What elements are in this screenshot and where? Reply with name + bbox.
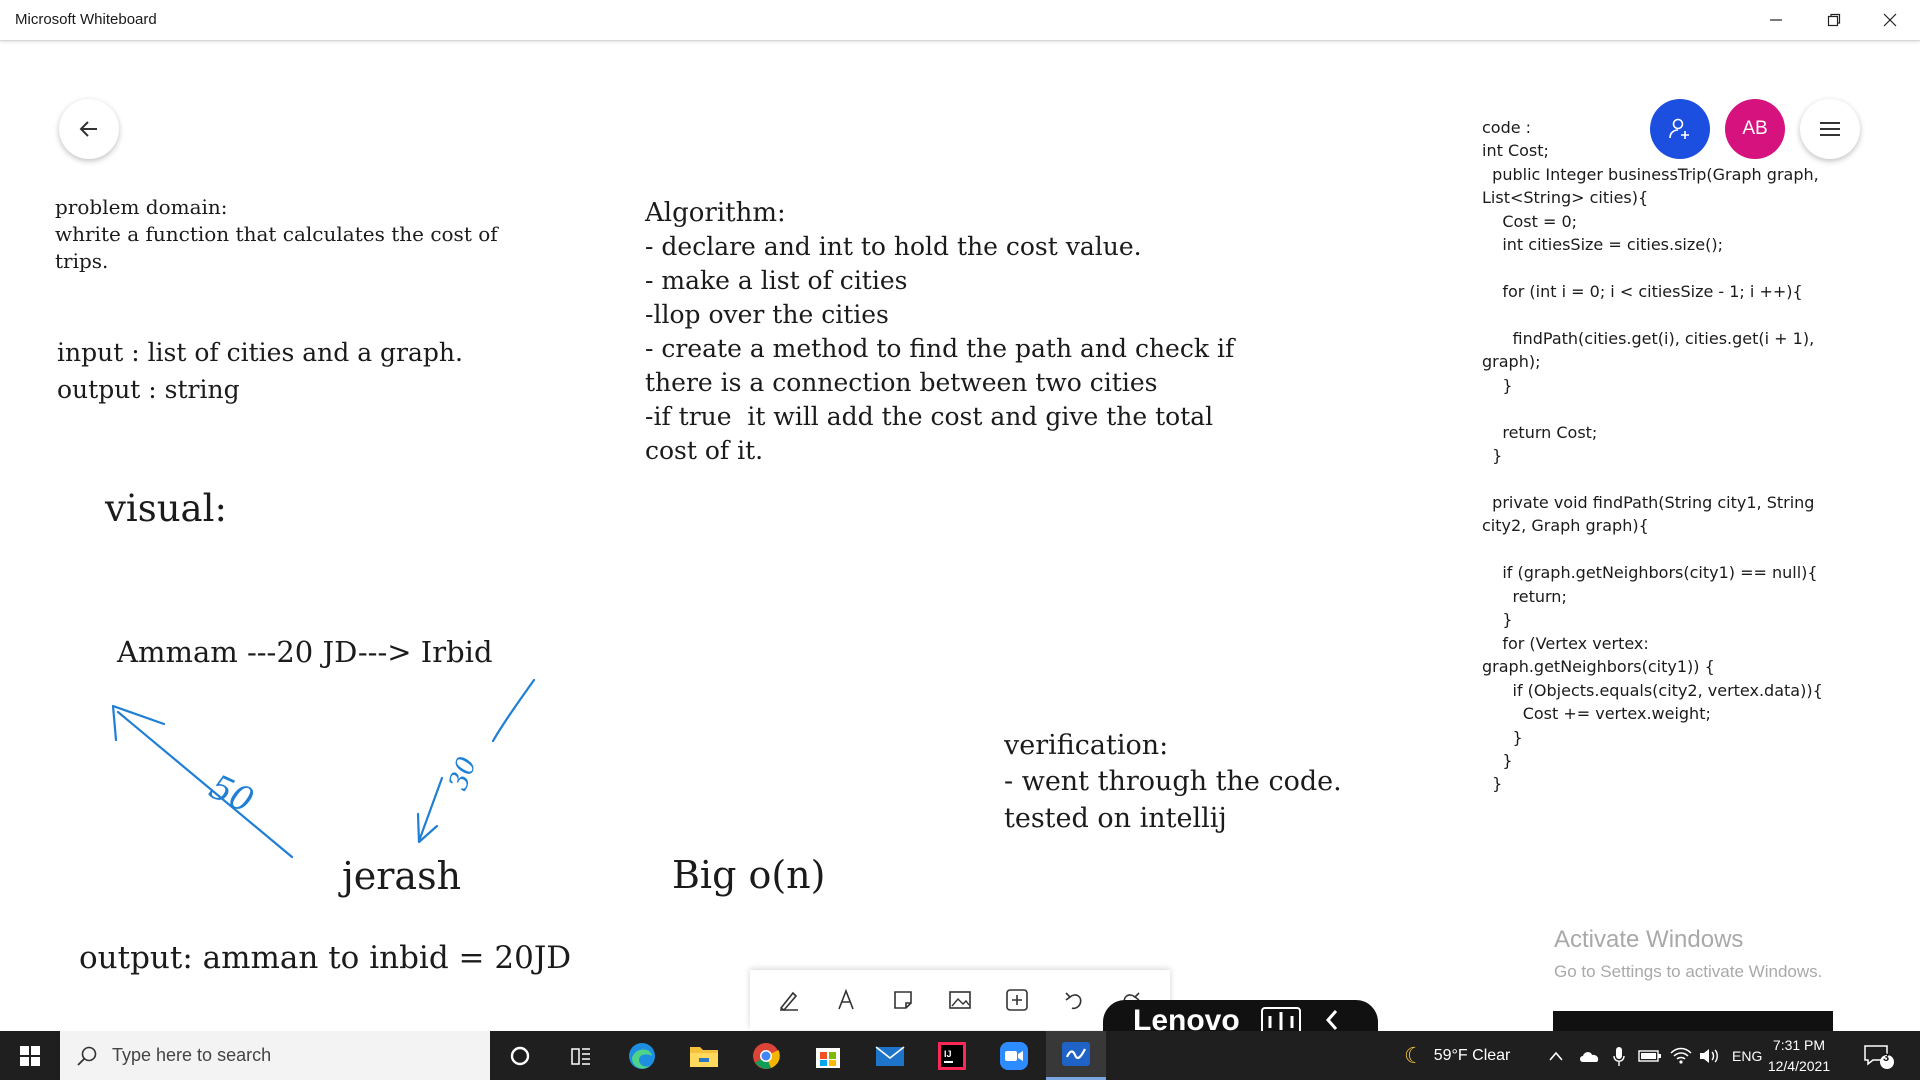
- file-explorer-icon[interactable]: [674, 1031, 734, 1080]
- edge-label-30: 30: [443, 753, 483, 794]
- sticky-note-icon[interactable]: [883, 980, 923, 1020]
- code-line: }: [1482, 610, 1513, 629]
- battery-icon[interactable]: [1638, 1031, 1662, 1080]
- chrome-icon[interactable]: [736, 1031, 796, 1080]
- code-line: private void findPath(String city1, Stri…: [1482, 493, 1815, 512]
- graph-drawing: 50 30: [111, 678, 536, 859]
- zoom-icon[interactable]: [984, 1031, 1044, 1080]
- edge-icon[interactable]: [612, 1031, 672, 1080]
- code-line: for (int i = 0; i < citiesSize - 1; i ++…: [1482, 282, 1803, 301]
- code-line: code :: [1482, 118, 1532, 137]
- wifi-icon[interactable]: [1670, 1031, 1692, 1080]
- code-line: graph);: [1482, 352, 1541, 371]
- activate-windows-watermark: Activate Windows Go to Settings to activ…: [1554, 926, 1822, 982]
- code-line: graph.getNeighbors(city1)) {: [1482, 657, 1715, 676]
- code-line: }: [1482, 751, 1513, 770]
- clock-time: 7:31 PM: [1772, 1037, 1826, 1053]
- verification-line: tested on intellij: [1004, 803, 1227, 834]
- clock[interactable]: 7:31 PM 12/4/2021: [1754, 1035, 1844, 1077]
- activate-subtitle: Go to Settings to activate Windows.: [1554, 962, 1823, 981]
- activate-title: Activate Windows: [1554, 926, 1744, 953]
- big-o-text: Big o(n): [672, 853, 826, 897]
- edge-jerash-amman: [116, 710, 294, 859]
- code-line: List<String> cities){: [1482, 188, 1649, 207]
- svg-text:IJ: IJ: [944, 1049, 952, 1059]
- verification-title: verification:: [1004, 730, 1169, 761]
- notification-badge: 3: [1883, 1052, 1890, 1064]
- overlay-bar: [1553, 1011, 1833, 1031]
- code-line: for (Vertex vertex:: [1482, 634, 1649, 653]
- code-line: }: [1482, 774, 1503, 793]
- notification-center-icon[interactable]: 3: [1862, 1031, 1896, 1080]
- text-icon[interactable]: [826, 980, 866, 1020]
- taskbar-search[interactable]: Type here to search: [60, 1031, 490, 1080]
- edge-label-50: 50: [203, 767, 259, 822]
- microphone-icon[interactable]: [1612, 1031, 1626, 1080]
- code-line: }: [1482, 446, 1503, 465]
- whiteboard-icon[interactable]: [1046, 1031, 1106, 1080]
- pen-icon[interactable]: [769, 980, 809, 1020]
- weather-widget[interactable]: ☾ 59°F Clear: [1404, 1031, 1510, 1080]
- code-line: int Cost;: [1482, 141, 1549, 160]
- code-line: int citiesSize = cities.size();: [1482, 235, 1723, 254]
- add-icon[interactable]: [997, 980, 1037, 1020]
- taskbar: Type here to search IJ ☾ 59°F Clear ENG …: [0, 1031, 1920, 1080]
- search-placeholder: Type here to search: [112, 1045, 272, 1065]
- search-icon: [77, 1046, 97, 1066]
- code-line: city2, Graph graph){: [1482, 516, 1649, 535]
- moon-icon: ☾: [1404, 1042, 1424, 1068]
- code-line: if (graph.getNeighbors(city1) == null){: [1482, 563, 1818, 582]
- windows-start-icon[interactable]: [0, 1031, 60, 1080]
- edge-irbid-jerash: [491, 678, 536, 743]
- code-line: }: [1482, 728, 1523, 747]
- undo-icon[interactable]: [1054, 980, 1094, 1020]
- code-line: if (Objects.equals(city2, vertex.data)){: [1482, 681, 1823, 700]
- onedrive-icon[interactable]: [1578, 1031, 1602, 1080]
- code-line: Cost += vertex.weight;: [1482, 704, 1711, 723]
- mail-icon[interactable]: [860, 1031, 920, 1080]
- task-view-icon[interactable]: [551, 1031, 611, 1080]
- clock-date: 12/4/2021: [1767, 1058, 1831, 1074]
- code-line: public Integer businessTrip(Graph graph,: [1482, 165, 1819, 184]
- arrow-head: [111, 704, 166, 742]
- store-icon[interactable]: [798, 1031, 858, 1080]
- code-line: return Cost;: [1482, 423, 1598, 442]
- intellij-icon[interactable]: IJ: [922, 1031, 982, 1080]
- image-icon[interactable]: [940, 980, 980, 1020]
- cortana-icon[interactable]: [490, 1031, 550, 1080]
- chevron-up-icon[interactable]: [1548, 1031, 1564, 1080]
- code-line: }: [1482, 376, 1513, 395]
- verification-line: - went through the code.: [1004, 766, 1342, 797]
- weather-text: 59°F Clear: [1433, 1046, 1511, 1064]
- volume-icon[interactable]: [1698, 1031, 1720, 1080]
- code-line: Cost = 0;: [1482, 212, 1578, 231]
- code-line: findPath(cities.get(i), cities.get(i + 1…: [1482, 329, 1815, 348]
- code-line: return;: [1482, 587, 1567, 606]
